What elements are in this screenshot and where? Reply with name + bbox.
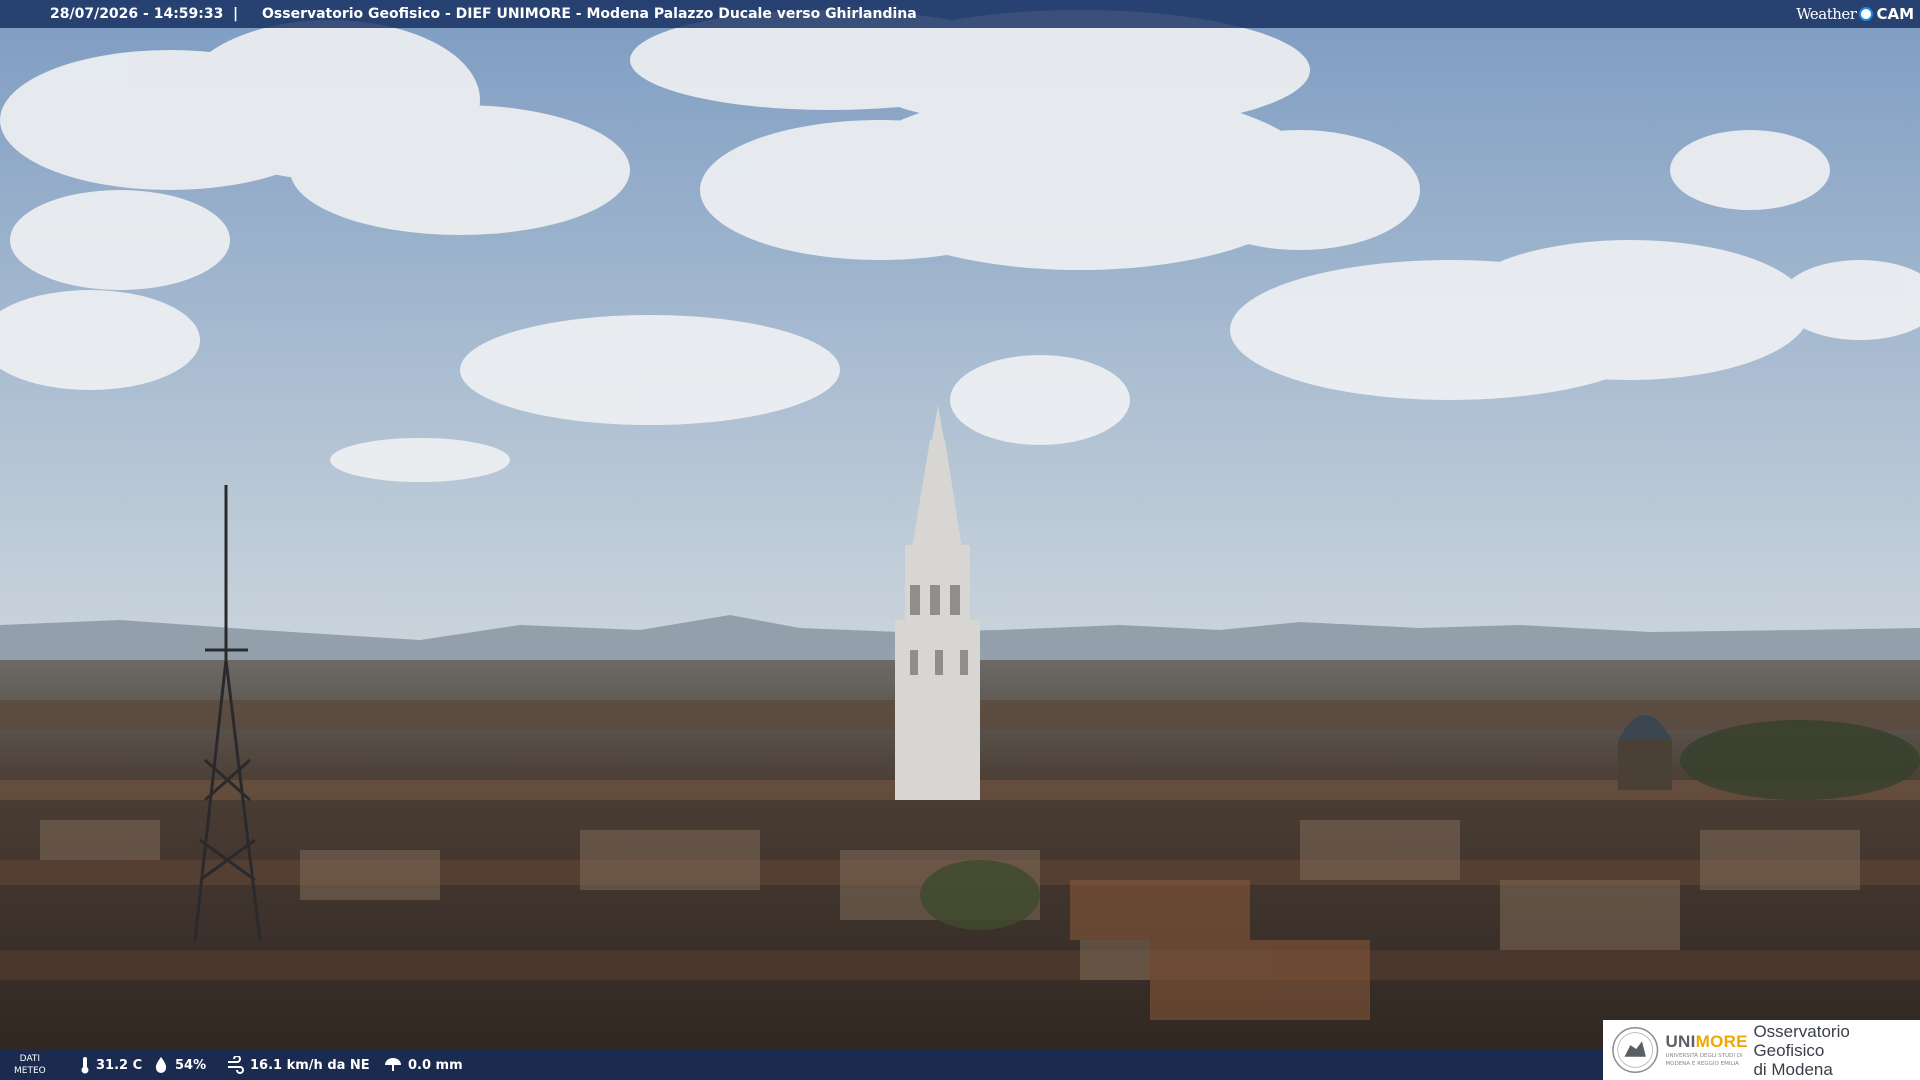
wind-readout: 16.1 km/h da NE: [226, 1050, 370, 1080]
humidity-value: 54%: [175, 1057, 207, 1073]
logo-cam: CAM: [1876, 5, 1914, 23]
weather-bar: DATI METEO 31.2 C 54% 16.1 km/h da NE 0.…: [0, 1050, 1603, 1080]
weather-label: DATI METEO: [14, 1053, 46, 1077]
camera-lens-icon: [1859, 7, 1874, 21]
brand-more: MORE: [1695, 1032, 1748, 1051]
temperature-value: 31.2 C: [96, 1057, 143, 1073]
brand-subline-2: MODENA E REGGIO EMILIA: [1665, 1061, 1739, 1067]
camera-caption: Osservatorio Geofisico - DIEF UNIMORE - …: [262, 6, 917, 22]
weather-label-line2: METEO: [14, 1066, 46, 1076]
webcam-image: [0, 0, 1920, 1080]
observatory-line-1: Osservatorio Geofisico: [1753, 1021, 1850, 1060]
observatory-name: Osservatorio Geofisico di Modena: [1753, 1022, 1920, 1079]
header-separator: |: [233, 6, 239, 22]
university-seal-icon: [1612, 1026, 1659, 1074]
weather-label-line1: DATI: [19, 1054, 41, 1064]
rain-readout: 0.0 mm: [384, 1050, 463, 1080]
logo-word: Weather: [1796, 5, 1857, 23]
wind-value: 16.1 km/h da NE: [250, 1057, 370, 1073]
observatory-line-2: di Modena: [1753, 1059, 1833, 1079]
rain-value: 0.0 mm: [408, 1057, 463, 1073]
rain-umbrella-icon: [385, 1058, 401, 1071]
thermometer-icon: [81, 1057, 89, 1074]
header-bar: 28/07/2026 - 14:59:33 | Osservatorio Geo…: [0, 0, 1920, 28]
brand-subline-1: UNIVERSITÀ DEGLI STUDI DI: [1665, 1053, 1743, 1059]
unimore-brand: UNIMORE UNIVERSITÀ DEGLI STUDI DI MODENA…: [1665, 1032, 1748, 1068]
temperature-readout: 31.2 C: [80, 1050, 142, 1080]
humidity-readout: 54%: [153, 1050, 206, 1080]
brand-uni: UNI: [1665, 1032, 1696, 1051]
wind-icon: [228, 1056, 244, 1074]
weathercam-logo: Weather CAM: [1790, 0, 1920, 28]
institution-logo: UNIMORE UNIVERSITÀ DEGLI STUDI DI MODENA…: [1603, 1020, 1920, 1080]
timestamp: 28/07/2026 - 14:59:33: [50, 6, 224, 22]
humidity-drop-icon: [155, 1057, 167, 1073]
